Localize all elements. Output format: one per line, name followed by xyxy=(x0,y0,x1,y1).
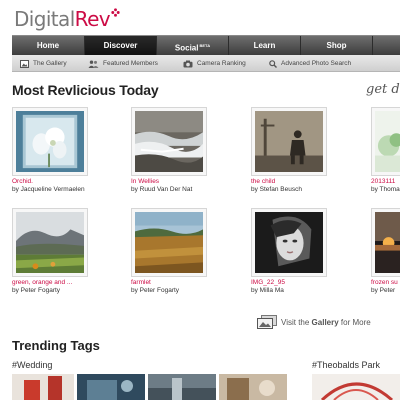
digitalrev-logo[interactable]: DigitalRev xyxy=(14,7,120,31)
photo-author[interactable]: by Milla Ma xyxy=(251,287,355,294)
nav-tab-social[interactable]: SocialBETA xyxy=(157,36,229,56)
photo-card: frozen su by Peter xyxy=(371,208,400,294)
sunset-photo xyxy=(375,212,400,273)
photo-title[interactable]: Orchid. xyxy=(12,178,116,185)
photo-thumbnail[interactable] xyxy=(251,107,327,176)
photo-author[interactable]: by Jacqueline Vermaelen xyxy=(12,186,116,193)
flower-icon xyxy=(111,8,120,17)
visit-text-bold: Gallery xyxy=(311,317,339,327)
photo-author[interactable]: by Stefan Beusch xyxy=(251,186,355,193)
section-title: Most Revlicious Today xyxy=(12,82,159,98)
photo-title[interactable]: IMG_22_95 xyxy=(251,279,355,286)
beta-badge: BETA xyxy=(199,43,211,48)
nav-tab-label: Social xyxy=(174,43,199,53)
search-icon xyxy=(269,59,277,68)
photo-card: In Wellies by Ruud Van Der Nat xyxy=(131,107,235,193)
photo-author[interactable]: by Peter Fogarty xyxy=(12,287,116,294)
visit-gallery-link[interactable]: Visit the Gallery for More xyxy=(257,315,371,329)
photo-card: 2013111 by Thoma xyxy=(371,107,400,193)
nav-tab-shop[interactable]: Shop xyxy=(301,36,373,56)
nav-tab-learn[interactable]: Learn xyxy=(229,36,301,56)
main-nav: Home Discover SocialBETA Learn Shop xyxy=(12,35,400,56)
photo-thumbnail[interactable] xyxy=(131,107,207,176)
farmlet-photo xyxy=(135,212,203,273)
photo-title[interactable]: frozen su xyxy=(371,279,400,286)
photo-thumbnail[interactable] xyxy=(371,107,400,176)
logo-text-digital: Digital xyxy=(14,7,75,31)
gallery-frames-icon xyxy=(257,315,277,329)
photo-thumbnail[interactable] xyxy=(12,107,88,176)
nav-bar-filler xyxy=(373,36,400,56)
photo-card: the child by Stefan Beusch xyxy=(251,107,355,193)
portrait-photo xyxy=(255,212,323,273)
child-photo xyxy=(255,111,323,172)
visit-text-suffix: for More xyxy=(338,317,371,327)
tag-photo[interactable] xyxy=(77,374,145,400)
photo-author[interactable]: by Ruud Van Der Nat xyxy=(131,186,235,193)
subnav-label: The Gallery xyxy=(33,60,67,67)
subnav-advanced-photo-search[interactable]: Advanced Photo Search xyxy=(266,55,400,72)
tag-photo[interactable] xyxy=(148,374,216,400)
get-discovered-link[interactable]: get dis xyxy=(366,82,400,97)
photo-title[interactable]: green, orange and ... xyxy=(12,279,116,286)
nav-tab-label: Discover xyxy=(103,41,138,50)
nav-tab-label: Learn xyxy=(253,41,276,50)
landscape-photo xyxy=(16,212,84,273)
subnav-the-gallery[interactable]: The Gallery xyxy=(12,55,86,72)
visit-gallery-text: Visit the Gallery for More xyxy=(281,318,371,327)
photo-author[interactable]: by Thoma xyxy=(371,186,400,193)
nav-tab-home[interactable]: Home xyxy=(12,36,85,56)
photo-title[interactable]: the child xyxy=(251,178,355,185)
nav-tab-discover[interactable]: Discover xyxy=(85,36,157,56)
photo-title[interactable]: In Wellies xyxy=(131,178,235,185)
nav-tab-label: Shop xyxy=(326,41,347,50)
tag-theobalds-park[interactable]: #Theobalds Park xyxy=(312,360,380,370)
members-icon xyxy=(88,60,99,68)
trending-tags-title: Trending Tags xyxy=(12,338,100,353)
subnav-label: Advanced Photo Search xyxy=(281,60,352,67)
photo-thumbnail[interactable] xyxy=(251,208,327,277)
photo-title[interactable]: 2013111 xyxy=(371,178,400,185)
wave-photo xyxy=(135,111,203,172)
subnav-label: Featured Members xyxy=(103,60,158,67)
logo-text-rev: Rev xyxy=(74,7,111,31)
logo-text: DigitalRev xyxy=(14,7,111,31)
orchid-photo xyxy=(16,111,84,172)
subnav-label: Camera Ranking xyxy=(197,60,246,67)
nav-tab-label: Home xyxy=(36,41,60,50)
wedding-tag-photos xyxy=(12,374,290,400)
photo-card: farmlet by Peter Fogarty xyxy=(131,208,235,294)
tag-photo[interactable] xyxy=(12,374,74,400)
photo-card: Orchid. by Jacqueline Vermaelen xyxy=(12,107,116,193)
visit-text-prefix: Visit the xyxy=(281,317,312,327)
green-photo xyxy=(375,111,400,172)
photo-author[interactable]: by Peter xyxy=(371,287,400,294)
subnav-featured-members[interactable]: Featured Members xyxy=(86,55,180,72)
tag-photo[interactable] xyxy=(219,374,287,400)
photo-card: green, orange and ... by Peter Fogarty xyxy=(12,208,116,294)
subnav-camera-ranking[interactable]: Camera Ranking xyxy=(180,55,266,72)
sub-nav: The Gallery Featured Members Camera Rank… xyxy=(12,55,400,72)
photo-title[interactable]: farmlet xyxy=(131,279,235,286)
photo-thumbnail[interactable] xyxy=(131,208,207,277)
photo-author[interactable]: by Peter Fogarty xyxy=(131,287,235,294)
camera-icon xyxy=(183,60,193,67)
theobalds-park-tag-photos xyxy=(312,374,400,400)
gallery-icon xyxy=(20,59,29,68)
photo-thumbnail[interactable] xyxy=(371,208,400,277)
photo-thumbnail[interactable] xyxy=(12,208,88,277)
tag-photo[interactable] xyxy=(312,374,400,400)
photo-card: IMG_22_95 by Milla Ma xyxy=(251,208,355,294)
tag-wedding[interactable]: #Wedding xyxy=(12,360,52,370)
